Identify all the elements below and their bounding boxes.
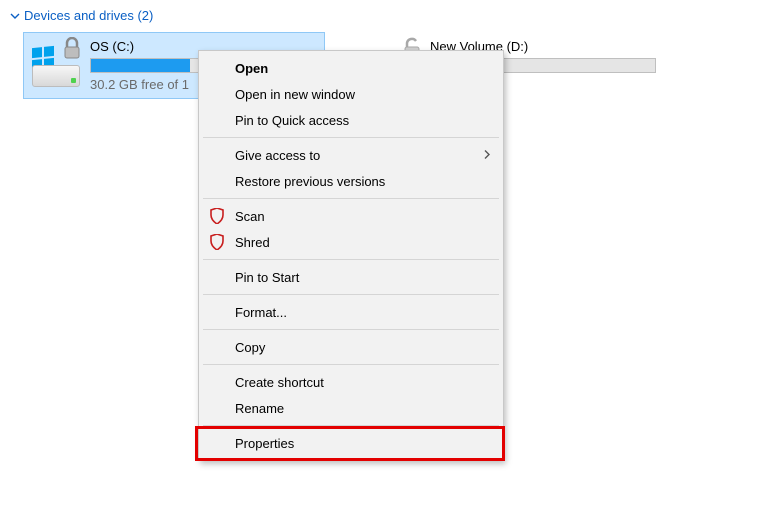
menu-separator — [203, 364, 499, 365]
chevron-right-icon — [483, 148, 491, 163]
drive-icon — [32, 39, 80, 87]
menu-item-shred[interactable]: Shred — [201, 229, 501, 255]
lock-icon — [62, 37, 82, 64]
shield-icon — [209, 208, 225, 224]
menu-separator — [203, 198, 499, 199]
menu-item-give-access-to[interactable]: Give access to — [201, 142, 501, 168]
shield-icon — [209, 234, 225, 250]
menu-separator — [203, 329, 499, 330]
menu-separator — [203, 425, 499, 426]
menu-item-copy[interactable]: Copy — [201, 334, 501, 360]
menu-item-open-new-window[interactable]: Open in new window — [201, 81, 501, 107]
menu-item-create-shortcut[interactable]: Create shortcut — [201, 369, 501, 395]
menu-separator — [203, 259, 499, 260]
menu-separator — [203, 137, 499, 138]
menu-item-open[interactable]: Open — [201, 55, 501, 81]
menu-item-properties[interactable]: Properties — [201, 430, 501, 456]
menu-separator — [203, 294, 499, 295]
menu-item-pin-to-start[interactable]: Pin to Start — [201, 264, 501, 290]
chevron-down-icon — [10, 11, 20, 21]
menu-item-format[interactable]: Format... — [201, 299, 501, 325]
menu-item-restore-previous[interactable]: Restore previous versions — [201, 168, 501, 194]
menu-item-rename[interactable]: Rename — [201, 395, 501, 421]
section-header-devices-drives[interactable]: Devices and drives (2) — [0, 0, 772, 29]
menu-item-pin-quick-access[interactable]: Pin to Quick access — [201, 107, 501, 133]
menu-item-scan[interactable]: Scan — [201, 203, 501, 229]
context-menu: Open Open in new window Pin to Quick acc… — [198, 50, 504, 461]
section-title: Devices and drives (2) — [24, 8, 153, 23]
